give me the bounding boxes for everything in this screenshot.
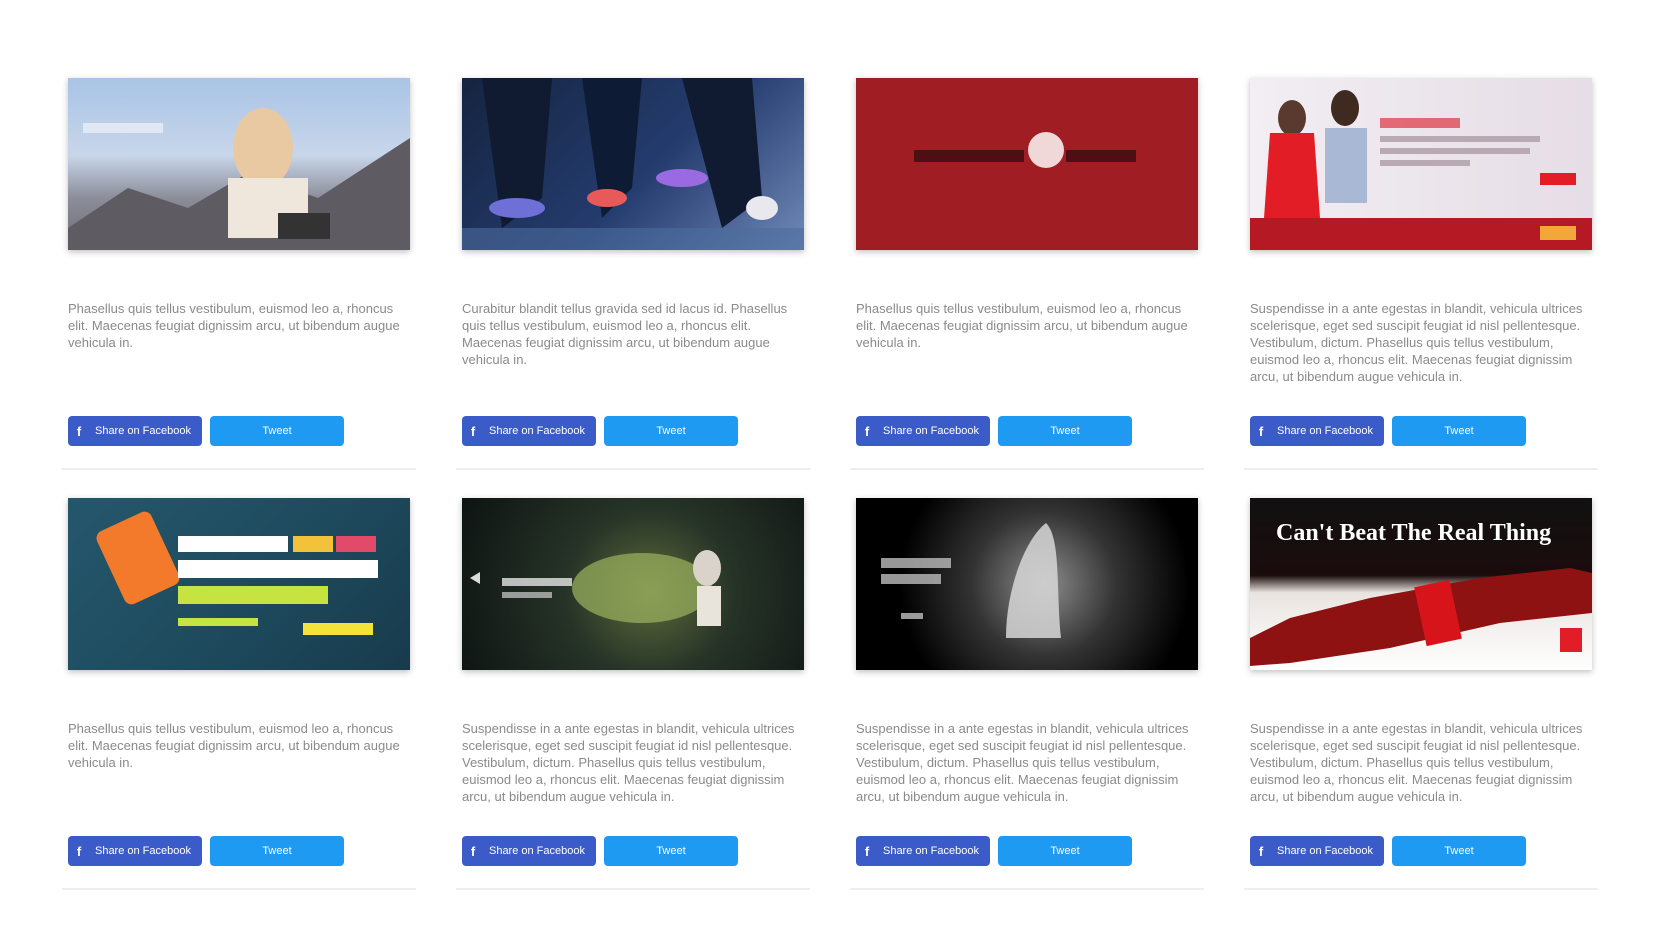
ad-description: Phasellus quis tellus vestibulum, euismo… — [68, 301, 400, 350]
banner-artwork — [462, 78, 804, 250]
tweet-button[interactable]: Tweet — [210, 836, 344, 866]
facebook-share-button[interactable]: f Share on Facebook — [462, 416, 596, 446]
ad-card: Phasellus quis tellus vestibulum, euismo… — [62, 492, 416, 890]
ad-banner-image[interactable] — [68, 498, 410, 670]
ad-card: Suspendisse in a ante egestas in blandit… — [850, 492, 1204, 890]
ad-description: Suspendisse in a ante egestas in blandit… — [1250, 721, 1583, 804]
ad-card: Phasellus quis tellus vestibulum, euismo… — [850, 72, 1204, 470]
facebook-share-label: Share on Facebook — [882, 845, 979, 857]
ad-description: Suspendisse in a ante egestas in blandit… — [1250, 301, 1583, 384]
facebook-share-label: Share on Facebook — [94, 845, 191, 857]
ad-card: Can't Beat The Real Thing Suspendisse in… — [1244, 492, 1598, 890]
facebook-icon: f — [1258, 423, 1264, 439]
facebook-icon: f — [1258, 843, 1264, 859]
facebook-share-button[interactable]: f Share on Facebook — [856, 416, 990, 446]
facebook-share-label: Share on Facebook — [1276, 845, 1373, 857]
share-buttons: f Share on Facebook Tweet — [68, 836, 344, 866]
ad-description: Phasellus quis tellus vestibulum, euismo… — [68, 721, 400, 770]
ad-card: Suspendisse in a ante egestas in blandit… — [1244, 72, 1598, 470]
ad-description: Suspendisse in a ante egestas in blandit… — [856, 721, 1189, 804]
facebook-share-button[interactable]: f Share on Facebook — [856, 836, 990, 866]
tweet-button[interactable]: Tweet — [210, 416, 344, 446]
banner-artwork — [914, 132, 1136, 168]
ad-banner-image[interactable] — [856, 498, 1198, 670]
facebook-share-button[interactable]: f Share on Facebook — [68, 416, 202, 446]
facebook-share-label: Share on Facebook — [488, 845, 585, 857]
ad-card: Phasellus quis tellus vestibulum, euismo… — [62, 72, 416, 470]
banner-artwork — [470, 550, 721, 626]
tweet-button[interactable]: Tweet — [604, 416, 738, 446]
tweet-button[interactable]: Tweet — [1392, 416, 1526, 446]
share-buttons: f Share on Facebook Tweet — [1250, 836, 1526, 866]
facebook-icon: f — [470, 423, 476, 439]
facebook-icon: f — [470, 843, 476, 859]
share-buttons: f Share on Facebook Tweet — [856, 836, 1132, 866]
ad-banner-image[interactable] — [856, 78, 1198, 250]
tweet-button[interactable]: Tweet — [998, 836, 1132, 866]
ad-description: Curabitur blandit tellus gravida sed id … — [462, 301, 788, 367]
ad-card: Suspendisse in a ante egestas in blandit… — [456, 492, 810, 890]
facebook-share-label: Share on Facebook — [1276, 425, 1373, 437]
facebook-icon: f — [864, 843, 870, 859]
share-buttons: f Share on Facebook Tweet — [856, 416, 1132, 446]
share-buttons: f Share on Facebook Tweet — [68, 416, 344, 446]
ad-banner-image[interactable] — [462, 498, 804, 670]
facebook-share-button[interactable]: f Share on Facebook — [1250, 836, 1384, 866]
ad-gallery-grid: Phasellus quis tellus vestibulum, euismo… — [62, 72, 1612, 890]
ad-banner-image[interactable] — [1250, 78, 1592, 250]
banner-artwork — [881, 523, 1061, 638]
ad-banner-image[interactable] — [68, 78, 410, 250]
share-buttons: f Share on Facebook Tweet — [1250, 416, 1526, 446]
ad-banner-image[interactable] — [462, 78, 804, 250]
ad-banner-image[interactable]: Can't Beat The Real Thing — [1250, 498, 1592, 670]
facebook-icon: f — [864, 423, 870, 439]
banner-artwork: Can't Beat The Real Thing — [1250, 520, 1592, 666]
facebook-share-label: Share on Facebook — [882, 425, 979, 437]
facebook-share-button[interactable]: f Share on Facebook — [68, 836, 202, 866]
ad-description: Phasellus quis tellus vestibulum, euismo… — [856, 301, 1188, 350]
banner-artwork — [96, 511, 378, 635]
ad-description: Suspendisse in a ante egestas in blandit… — [462, 721, 795, 804]
ad-card: Curabitur blandit tellus gravida sed id … — [456, 72, 810, 470]
banner-artwork — [68, 108, 410, 250]
facebook-share-button[interactable]: f Share on Facebook — [1250, 416, 1384, 446]
banner-headline: Can't Beat The Real Thing — [1276, 520, 1551, 546]
share-buttons: f Share on Facebook Tweet — [462, 416, 738, 446]
tweet-button[interactable]: Tweet — [1392, 836, 1526, 866]
facebook-icon: f — [76, 843, 82, 859]
facebook-icon: f — [76, 423, 82, 439]
facebook-share-label: Share on Facebook — [94, 425, 191, 437]
share-buttons: f Share on Facebook Tweet — [462, 836, 738, 866]
tweet-button[interactable]: Tweet — [604, 836, 738, 866]
facebook-share-label: Share on Facebook — [488, 425, 585, 437]
facebook-share-button[interactable]: f Share on Facebook — [462, 836, 596, 866]
banner-artwork — [1250, 90, 1592, 250]
tweet-button[interactable]: Tweet — [998, 416, 1132, 446]
